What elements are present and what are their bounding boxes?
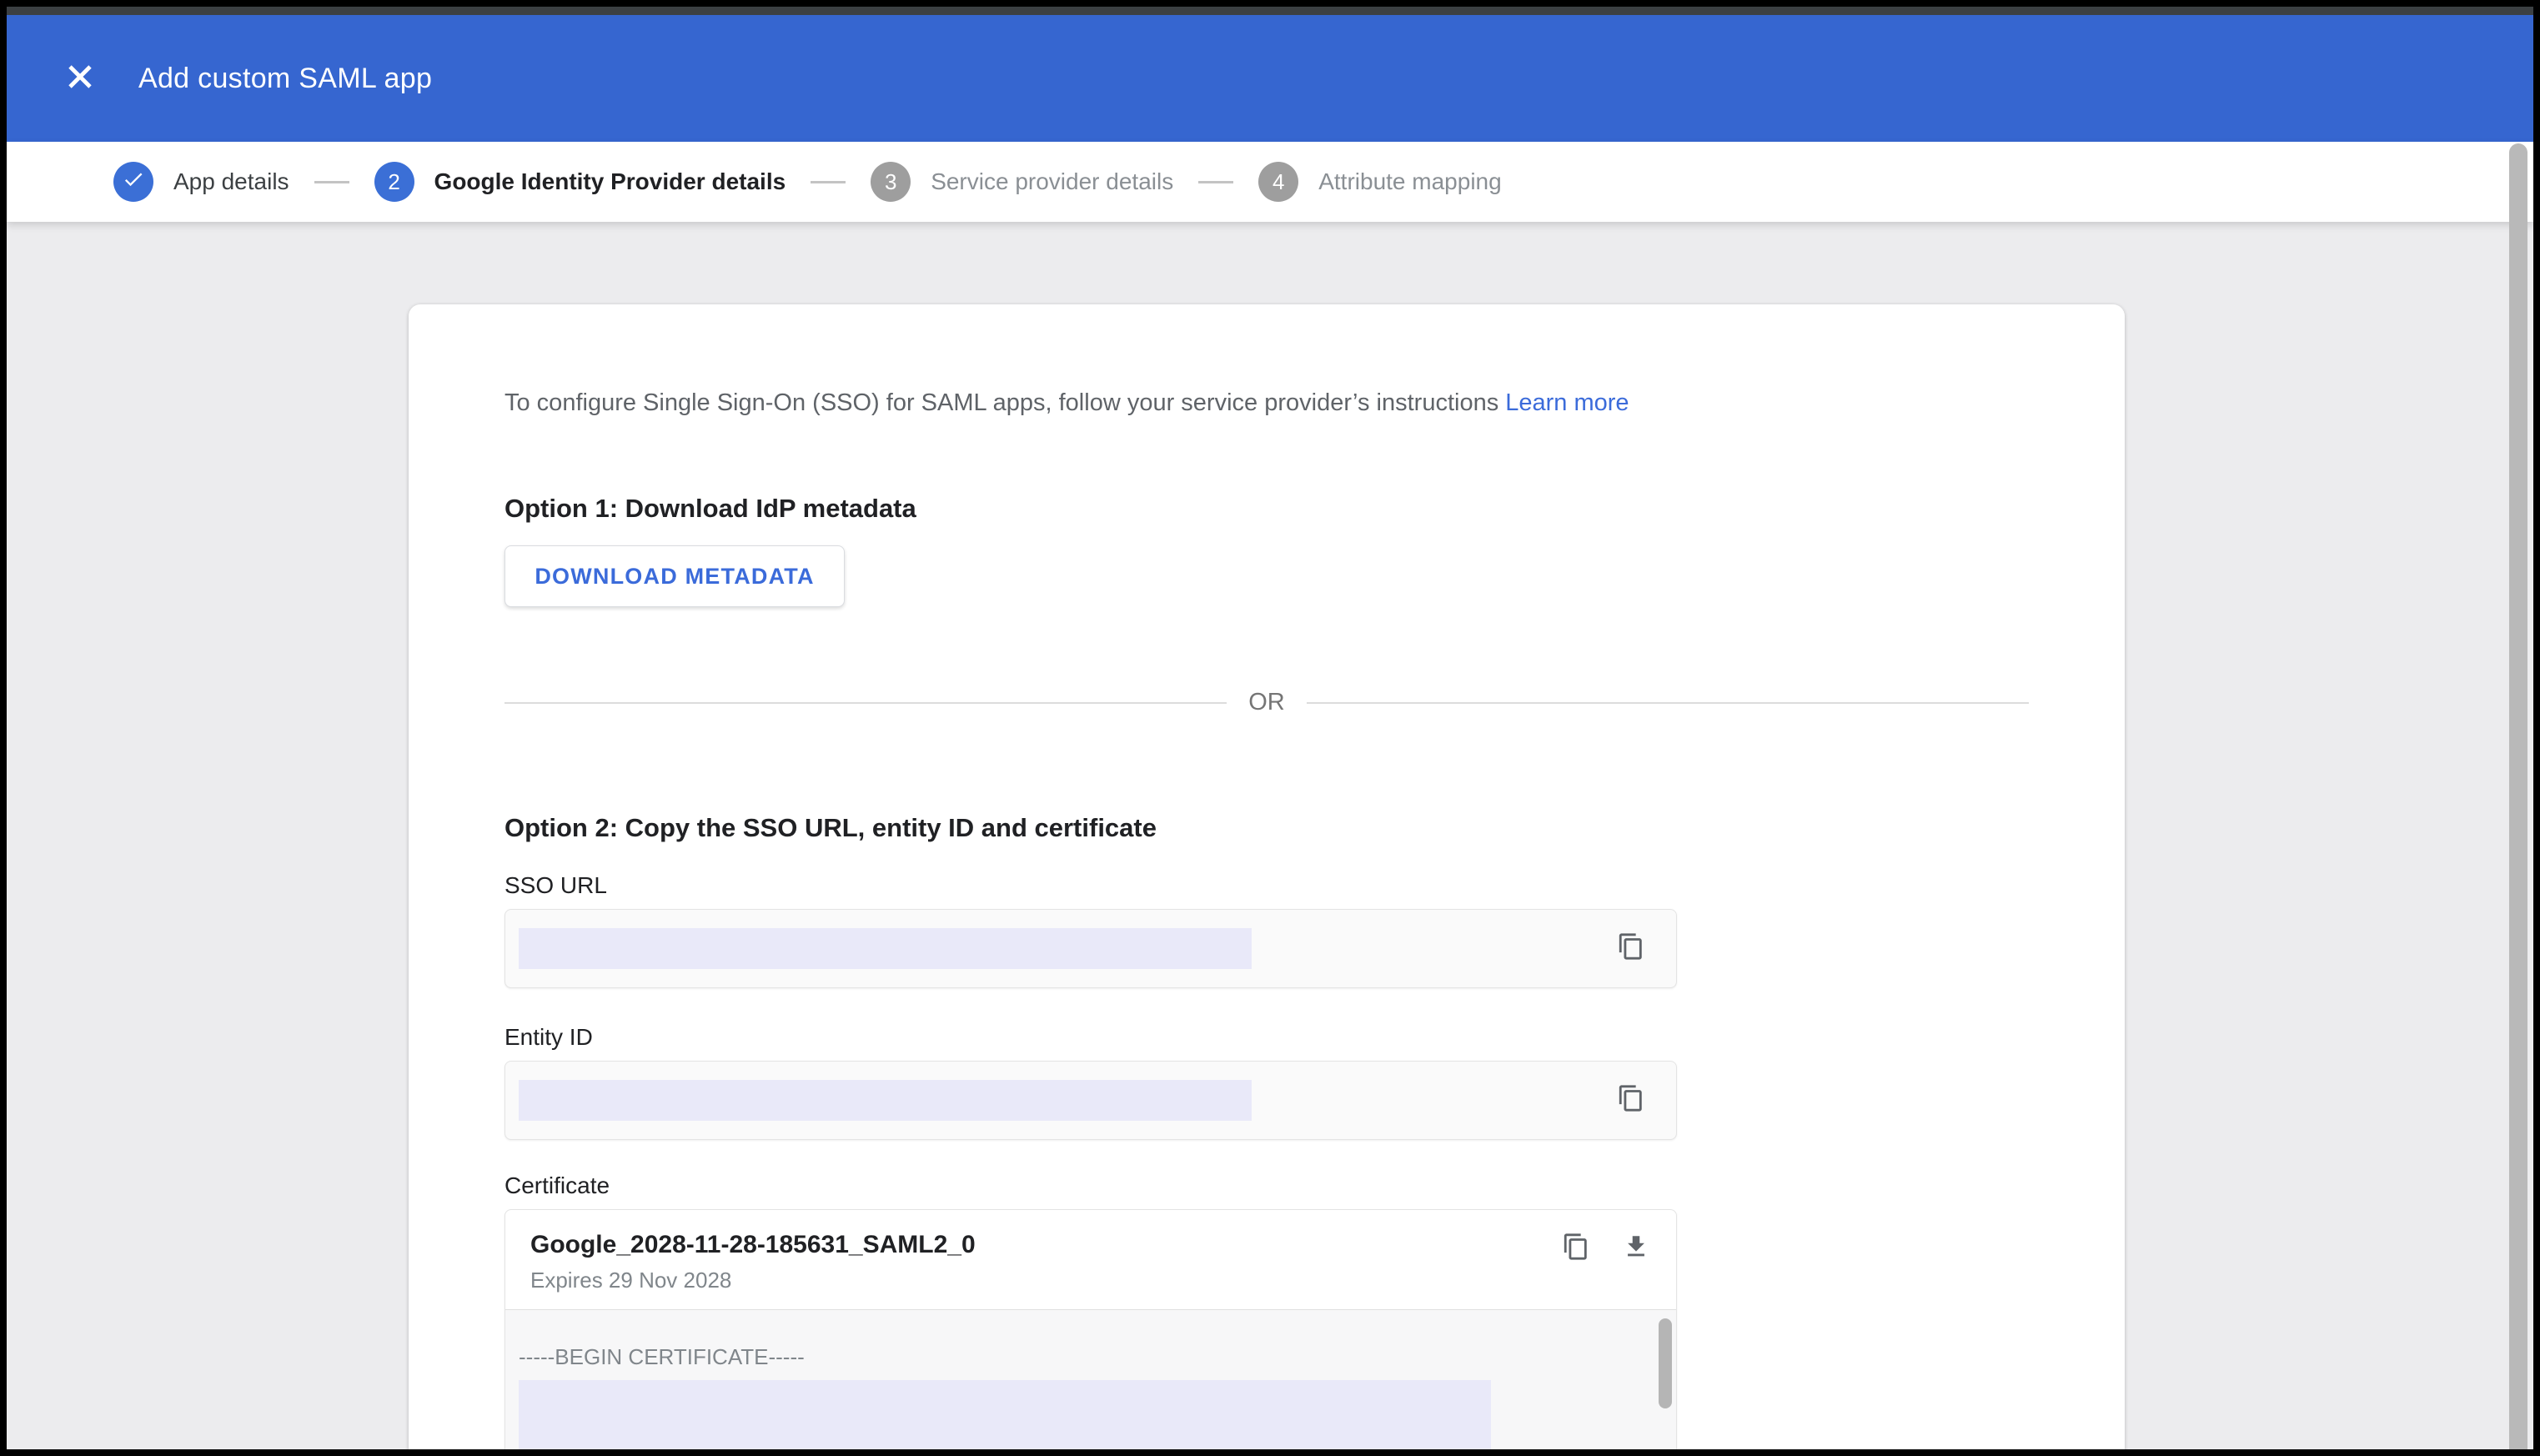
certificate-copy-button[interactable] <box>1553 1225 1599 1272</box>
certificate-actions <box>1553 1225 1659 1272</box>
step-2-indicator: 2 <box>374 162 414 202</box>
certificate-scrollbar-thumb[interactable] <box>1659 1318 1672 1408</box>
stepper: App details 2 Google Identity Provider d… <box>7 142 2533 222</box>
step-4-indicator: 4 <box>1258 162 1298 202</box>
certificate-expiry: Expires 29 Nov 2028 <box>530 1267 1651 1293</box>
check-icon <box>122 168 145 197</box>
copy-icon <box>1617 1084 1645 1117</box>
certificate-redacted-value <box>519 1380 1491 1449</box>
certificate-body[interactable]: -----BEGIN CERTIFICATE----- <box>505 1309 1676 1449</box>
certificate-header: Google_2028-11-28-185631_SAML2_0 Expires… <box>505 1210 1676 1309</box>
download-metadata-button[interactable]: DOWNLOAD METADATA <box>504 545 845 607</box>
sso-url-field[interactable] <box>504 909 1677 988</box>
certificate-box: Google_2028-11-28-185631_SAML2_0 Expires… <box>504 1209 1677 1449</box>
certificate-download-button[interactable] <box>1613 1225 1659 1272</box>
or-divider-label: OR <box>1248 685 1285 720</box>
option1-heading: Option 1: Download IdP metadata <box>504 490 2029 527</box>
step-attribute-mapping[interactable]: 4 Attribute mapping <box>1258 162 1501 202</box>
idp-details-card: To configure Single Sign-On (SSO) for SA… <box>409 304 2125 1449</box>
option2-heading: Option 2: Copy the SSO URL, entity ID an… <box>504 810 2029 846</box>
sso-url-label: SSO URL <box>504 871 2029 899</box>
step-1-indicator <box>113 162 153 202</box>
page-scrollbar-thumb[interactable] <box>2509 143 2527 1449</box>
copy-icon <box>1562 1233 1590 1265</box>
close-button[interactable] <box>53 52 107 105</box>
step-google-idp-details[interactable]: 2 Google Identity Provider details <box>374 162 786 202</box>
copy-icon <box>1617 932 1645 965</box>
certificate-begin-line: -----BEGIN CERTIFICATE----- <box>519 1343 1676 1370</box>
step-3-label: Service provider details <box>931 168 1173 195</box>
step-service-provider-details[interactable]: 3 Service provider details <box>871 162 1173 202</box>
window-top-edge <box>7 7 2533 15</box>
step-4-label: Attribute mapping <box>1318 168 1501 195</box>
download-icon <box>1622 1233 1650 1265</box>
dialog-window: Add custom SAML app App details 2 Google… <box>0 0 2540 1456</box>
dialog-content: To configure Single Sign-On (SSO) for SA… <box>7 222 2533 1449</box>
divider-line <box>504 702 1227 704</box>
dialog-title: Add custom SAML app <box>138 63 432 95</box>
step-app-details[interactable]: App details <box>113 162 289 202</box>
learn-more-link[interactable]: Learn more <box>1505 389 1629 416</box>
intro-text-body: To configure Single Sign-On (SSO) for SA… <box>504 389 1498 416</box>
sso-url-redacted-value <box>519 928 1252 969</box>
appbar: Add custom SAML app <box>7 15 2533 142</box>
close-icon <box>65 62 95 96</box>
step-divider <box>811 181 846 183</box>
entity-id-copy-button[interactable] <box>1611 1081 1651 1121</box>
divider-line <box>1307 702 2029 704</box>
step-1-label: App details <box>173 168 289 195</box>
step-divider <box>314 181 349 183</box>
step-2-label: Google Identity Provider details <box>434 168 786 195</box>
step-3-indicator: 3 <box>871 162 911 202</box>
entity-id-field[interactable] <box>504 1061 1677 1140</box>
entity-id-redacted-value <box>519 1080 1252 1121</box>
intro-text: To configure Single Sign-On (SSO) for SA… <box>504 386 2029 420</box>
certificate-name: Google_2028-11-28-185631_SAML2_0 <box>530 1230 1651 1260</box>
entity-id-label: Entity ID <box>504 1023 2029 1051</box>
or-divider: OR <box>504 685 2029 720</box>
certificate-label: Certificate <box>504 1172 2029 1199</box>
sso-url-copy-button[interactable] <box>1611 929 1651 969</box>
step-divider <box>1198 181 1233 183</box>
